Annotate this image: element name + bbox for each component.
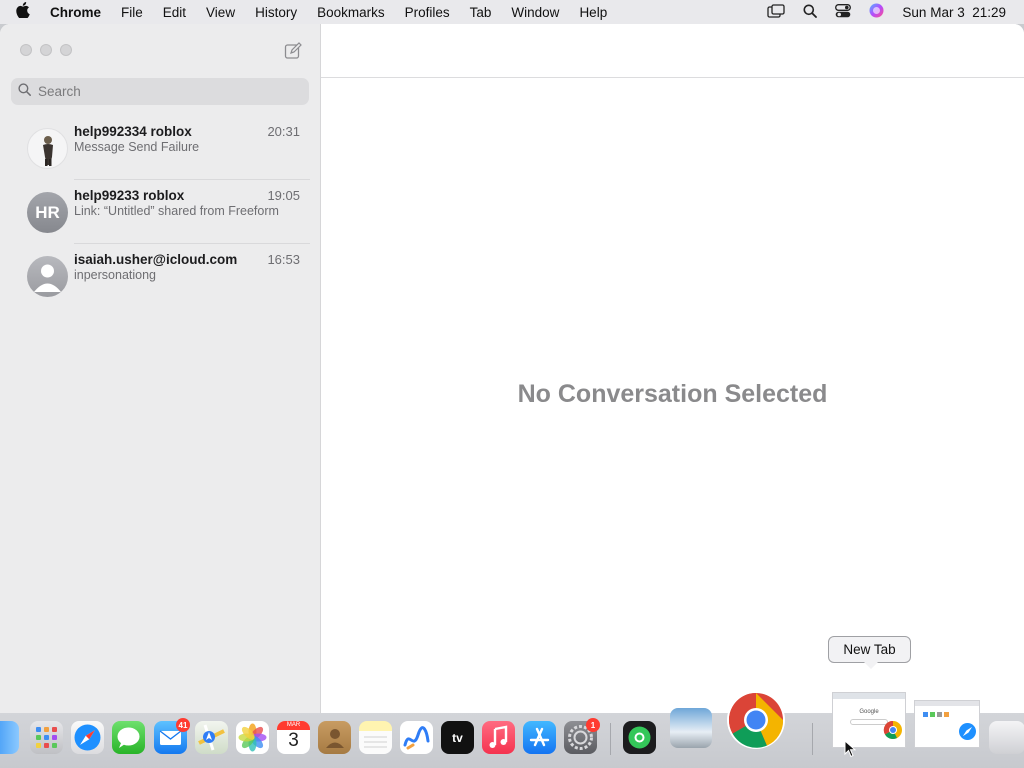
conversation-name: isaiah.usher@icloud.com	[74, 252, 238, 267]
finder-icon[interactable]	[0, 721, 19, 754]
calendar-icon[interactable]: MAR 3	[277, 721, 310, 754]
avatar: HR	[27, 192, 68, 233]
conversation-name: help99233 roblox	[74, 188, 185, 203]
settings-badge: 1	[586, 718, 600, 732]
safari-window-thumbnail[interactable]	[914, 700, 980, 748]
conversation-preview: Message Send Failure	[74, 140, 200, 154]
calendar-day: 3	[288, 730, 299, 751]
conversation-header	[321, 24, 1024, 78]
apple-tv-icon[interactable]: tv	[441, 721, 474, 754]
search-field[interactable]	[11, 78, 309, 105]
empty-state-label: No Conversation Selected	[517, 380, 828, 408]
music-icon[interactable]	[482, 721, 515, 754]
close-window-button[interactable]	[20, 44, 32, 56]
avatar	[27, 256, 68, 297]
calendar-month: MAR	[277, 721, 310, 730]
conversation-item[interactable]: isaiah.usher@icloud.com 16:53 inpersonat…	[0, 244, 320, 308]
search-icon	[18, 82, 31, 101]
conversation-item[interactable]: help992334 roblox 20:31 Message Send Fai…	[0, 116, 320, 180]
trash-icon[interactable]	[989, 721, 1024, 754]
conversation-pane: No Conversation Selected	[321, 24, 1024, 713]
screen-mirroring-icon[interactable]	[767, 3, 786, 21]
zoom-window-button[interactable]	[60, 44, 72, 56]
avatar-initials: HR	[35, 202, 60, 222]
chrome-icon[interactable]	[727, 691, 785, 749]
status-area: Sun Mar 3 21:29	[767, 0, 1006, 24]
conversation-name: help992334 roblox	[74, 124, 192, 139]
control-center-icon[interactable]	[835, 3, 852, 21]
photos-icon[interactable]	[236, 721, 269, 754]
spotlight-search-icon[interactable]	[803, 4, 818, 21]
messages-icon[interactable]	[112, 721, 145, 754]
chrome-badge-icon	[883, 720, 903, 745]
menu-app-name[interactable]: Chrome	[50, 5, 101, 20]
menu-tab[interactable]: Tab	[470, 5, 492, 20]
menu-bookmarks[interactable]: Bookmarks	[317, 5, 385, 20]
safari-icon[interactable]	[71, 721, 104, 754]
menu-window[interactable]: Window	[511, 5, 559, 20]
freeform-icon[interactable]	[400, 721, 433, 754]
window-controls	[20, 44, 72, 56]
dock-separator	[610, 723, 611, 755]
mouse-cursor-icon	[844, 739, 857, 763]
conversation-preview: inpersonationg	[74, 268, 157, 282]
dock-separator	[812, 723, 813, 755]
contacts-icon[interactable]	[318, 721, 351, 754]
minimize-window-button[interactable]	[40, 44, 52, 56]
siri-icon[interactable]	[869, 3, 884, 21]
conversation-time: 19:05	[267, 188, 300, 203]
sidebar: help992334 roblox 20:31 Message Send Fai…	[0, 24, 321, 713]
menu-edit[interactable]: Edit	[163, 5, 186, 20]
preview-icon[interactable]	[670, 708, 712, 748]
apple-tv-label: tv	[452, 730, 463, 745]
avatar	[27, 128, 68, 169]
safari-badge-icon	[958, 722, 977, 746]
mail-badge: 41	[176, 718, 190, 732]
thumbnail-google-logo: Google	[859, 709, 879, 715]
app-store-icon[interactable]	[523, 721, 556, 754]
thumbnail-favorites	[915, 706, 979, 723]
conversation-time: 20:31	[267, 124, 300, 139]
menu-view[interactable]: View	[206, 5, 235, 20]
apple-menu-icon[interactable]	[16, 2, 34, 22]
launchpad-icon[interactable]	[30, 721, 63, 754]
conversation-list: help992334 roblox 20:31 Message Send Fai…	[0, 116, 320, 308]
search-input[interactable]	[36, 83, 290, 100]
dock-tooltip: New Tab	[828, 636, 911, 669]
conversation-item[interactable]: HR help99233 roblox 19:05 Link: “Untitle…	[0, 180, 320, 244]
maps-icon[interactable]	[195, 721, 228, 754]
menu-file[interactable]: File	[121, 5, 143, 20]
conversation-preview: Link: “Untitled” shared from Freeform	[74, 204, 279, 218]
menu-bar: Chrome File Edit View History Bookmarks …	[0, 0, 1024, 24]
menu-help[interactable]: Help	[579, 5, 607, 20]
notes-icon[interactable]	[359, 721, 392, 754]
thumbnail-tabbar	[833, 693, 905, 699]
menu-clock[interactable]: Sun Mar 3 21:29	[902, 5, 1006, 20]
find-my-icon[interactable]	[623, 721, 656, 754]
messages-window: help992334 roblox 20:31 Message Send Fai…	[0, 24, 1024, 713]
menu-profiles[interactable]: Profiles	[405, 5, 450, 20]
conversation-time: 16:53	[267, 252, 300, 267]
compose-icon[interactable]	[284, 42, 302, 60]
menu-history[interactable]: History	[255, 5, 297, 20]
